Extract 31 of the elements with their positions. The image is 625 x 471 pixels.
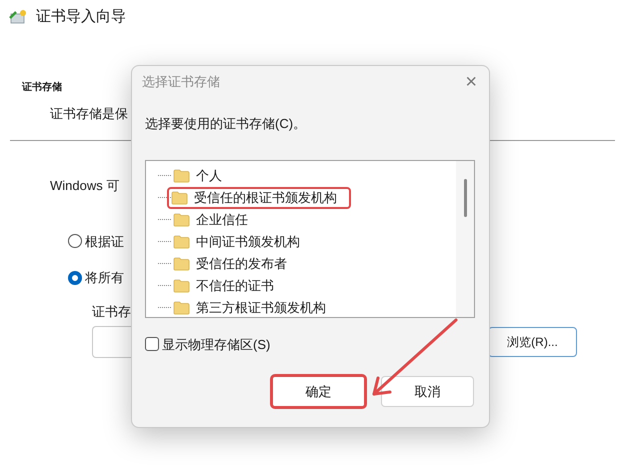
folder-icon bbox=[173, 278, 190, 292]
dialog-button[interactable]: 取消 bbox=[381, 376, 474, 407]
folder-icon bbox=[173, 256, 190, 270]
store-label: 证书存 bbox=[92, 302, 131, 320]
store-field[interactable] bbox=[92, 326, 131, 358]
radio-option[interactable]: 根据证 bbox=[68, 232, 124, 251]
folder-icon bbox=[173, 168, 190, 182]
radio-option[interactable]: 将所有 bbox=[68, 268, 124, 288]
tree-item[interactable]: 个人 bbox=[171, 164, 234, 186]
tree-item[interactable]: 受信任的发布者 bbox=[171, 252, 299, 274]
browse-button[interactable]: 浏览(R)... bbox=[488, 327, 577, 357]
intro-text: Windows 可 bbox=[50, 177, 120, 195]
window-title: 证书导入向导 bbox=[36, 7, 126, 27]
tree-item[interactable]: 中间证书颁发机构 bbox=[171, 230, 312, 252]
dialog-title: 选择证书存储 bbox=[142, 73, 220, 92]
physical-store-checkbox[interactable]: 显示物理存储区(S) bbox=[145, 334, 270, 354]
dialog-button[interactable]: 确定 bbox=[270, 374, 367, 409]
dialog-prompt: 选择要使用的证书存储(C)。 bbox=[145, 115, 306, 133]
tree-item[interactable]: 不信任的证书 bbox=[171, 274, 286, 296]
folder-icon bbox=[171, 190, 188, 204]
tree-item[interactable]: 受信任的根证书颁发机构 bbox=[167, 186, 351, 208]
tree-item[interactable]: 第三方根证书颁发机构 bbox=[171, 296, 338, 316]
close-button[interactable]: × bbox=[463, 72, 479, 92]
tree-item[interactable]: 企业信任 bbox=[171, 208, 260, 230]
certificate-icon bbox=[8, 8, 28, 26]
section-description: 证书存储是保 bbox=[50, 104, 128, 122]
folder-icon bbox=[173, 300, 190, 314]
folder-icon bbox=[173, 212, 190, 226]
folder-icon bbox=[173, 234, 190, 248]
section-title: 证书存储 bbox=[22, 80, 62, 94]
scrollbar[interactable] bbox=[456, 160, 474, 316]
